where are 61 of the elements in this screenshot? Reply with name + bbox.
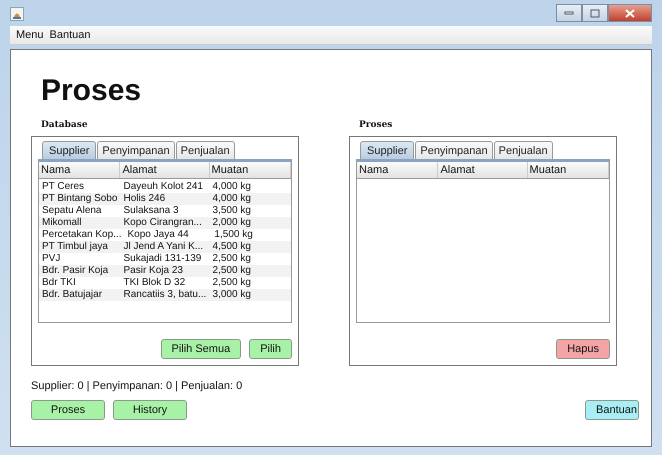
action-button[interactable]: Bantuan <box>585 400 639 420</box>
table-cell-text: Pasir Koja 23 <box>122 265 184 277</box>
maximize-button[interactable] <box>582 4 608 22</box>
tab[interactable]: Supplier <box>360 141 414 159</box>
menu-item[interactable]: Bantuan <box>50 29 91 41</box>
table-cell-text: TKI Blok D 32 <box>122 277 186 289</box>
table-cell-text: PVJ <box>41 253 62 265</box>
table-cell-text: 1,500 kg <box>213 229 254 241</box>
table-cell-text: Dayeuh Kolot 241 <box>122 181 204 193</box>
tab[interactable]: Penjualan <box>176 141 235 159</box>
table-cell-text: Rancatiis 3, batu... <box>122 289 208 301</box>
tab[interactable]: Supplier <box>42 141 96 159</box>
maximize-icon <box>590 8 600 18</box>
table-cell-text: 3,000 kg <box>212 289 252 301</box>
action-button[interactable]: Pilih Semua <box>160 339 242 359</box>
table-cell-text: PT Bintang Sobo <box>41 193 118 205</box>
tab[interactable]: Penyimpanan <box>415 141 493 159</box>
page-heading: Proses <box>41 74 142 108</box>
table-cell-text: 3,500 kg <box>212 205 252 217</box>
tab[interactable]: Penyimpanan <box>97 141 175 159</box>
column-header[interactable]: Alamat <box>120 162 210 178</box>
table-cell-text: 4,000 kg <box>212 193 252 205</box>
close-icon <box>625 8 635 18</box>
table-cell-text: PT Ceres <box>41 181 86 193</box>
table-cell-text: Jl Jend A Yani K... <box>122 241 204 253</box>
table-cell-text: PT Timbul jaya <box>41 241 109 253</box>
table-cell-text: 2,500 kg <box>212 253 252 265</box>
action-button[interactable]: Hapus <box>556 339 610 359</box>
summary-text: Supplier: 0 | Penyimpanan: 0 | Penjualan: 0 <box>31 380 244 392</box>
table-cell-text: Bdr. Batujajar <box>41 289 104 301</box>
tab[interactable]: Penjualan <box>494 141 553 159</box>
column-header[interactable]: Nama <box>357 162 438 178</box>
table-cell-text: 2,000 kg <box>212 217 252 229</box>
minimize-icon <box>564 11 574 15</box>
close-button[interactable] <box>608 4 652 22</box>
table-cell-text: Percetakan Kop... <box>41 229 122 241</box>
table-cell-text: 4,000 kg <box>212 181 252 193</box>
table-cell-text: Kopo Jaya 44 <box>126 229 190 241</box>
table-cell-text: 2,500 kg <box>212 265 252 277</box>
action-button[interactable]: History <box>113 400 187 420</box>
table-cell-text: Kopo Cirangran... <box>122 217 203 229</box>
action-button[interactable]: Proses <box>31 400 105 420</box>
minimize-button[interactable] <box>556 4 582 22</box>
table-cell-text: Sukajadi 131-139 <box>122 253 202 265</box>
table-cell-text: 2,500 kg <box>212 277 252 289</box>
section-label: Database <box>41 120 89 130</box>
column-header[interactable]: Alamat <box>438 162 528 178</box>
action-button[interactable]: Pilih <box>249 339 292 359</box>
table-cell-text: Bdr TKI <box>41 277 77 289</box>
menu-item[interactable]: Menu <box>16 29 44 41</box>
column-header[interactable]: Muatan <box>210 162 291 178</box>
table-cell-text: 4,500 kg <box>212 241 252 253</box>
table-cell-text: Sulaksana 3 <box>122 205 180 217</box>
section-label: Proses <box>359 120 394 130</box>
app-icon <box>10 7 24 21</box>
column-header[interactable]: Muatan <box>528 162 609 178</box>
table-cell-text: Bdr. Pasir Koja <box>41 265 110 277</box>
column-header[interactable]: Nama <box>39 162 120 178</box>
table-cell-text: Holis 246 <box>122 193 166 205</box>
table-cell-text: Mikomall <box>41 217 82 229</box>
table-cell-text: Sepatu Alena <box>41 205 102 217</box>
